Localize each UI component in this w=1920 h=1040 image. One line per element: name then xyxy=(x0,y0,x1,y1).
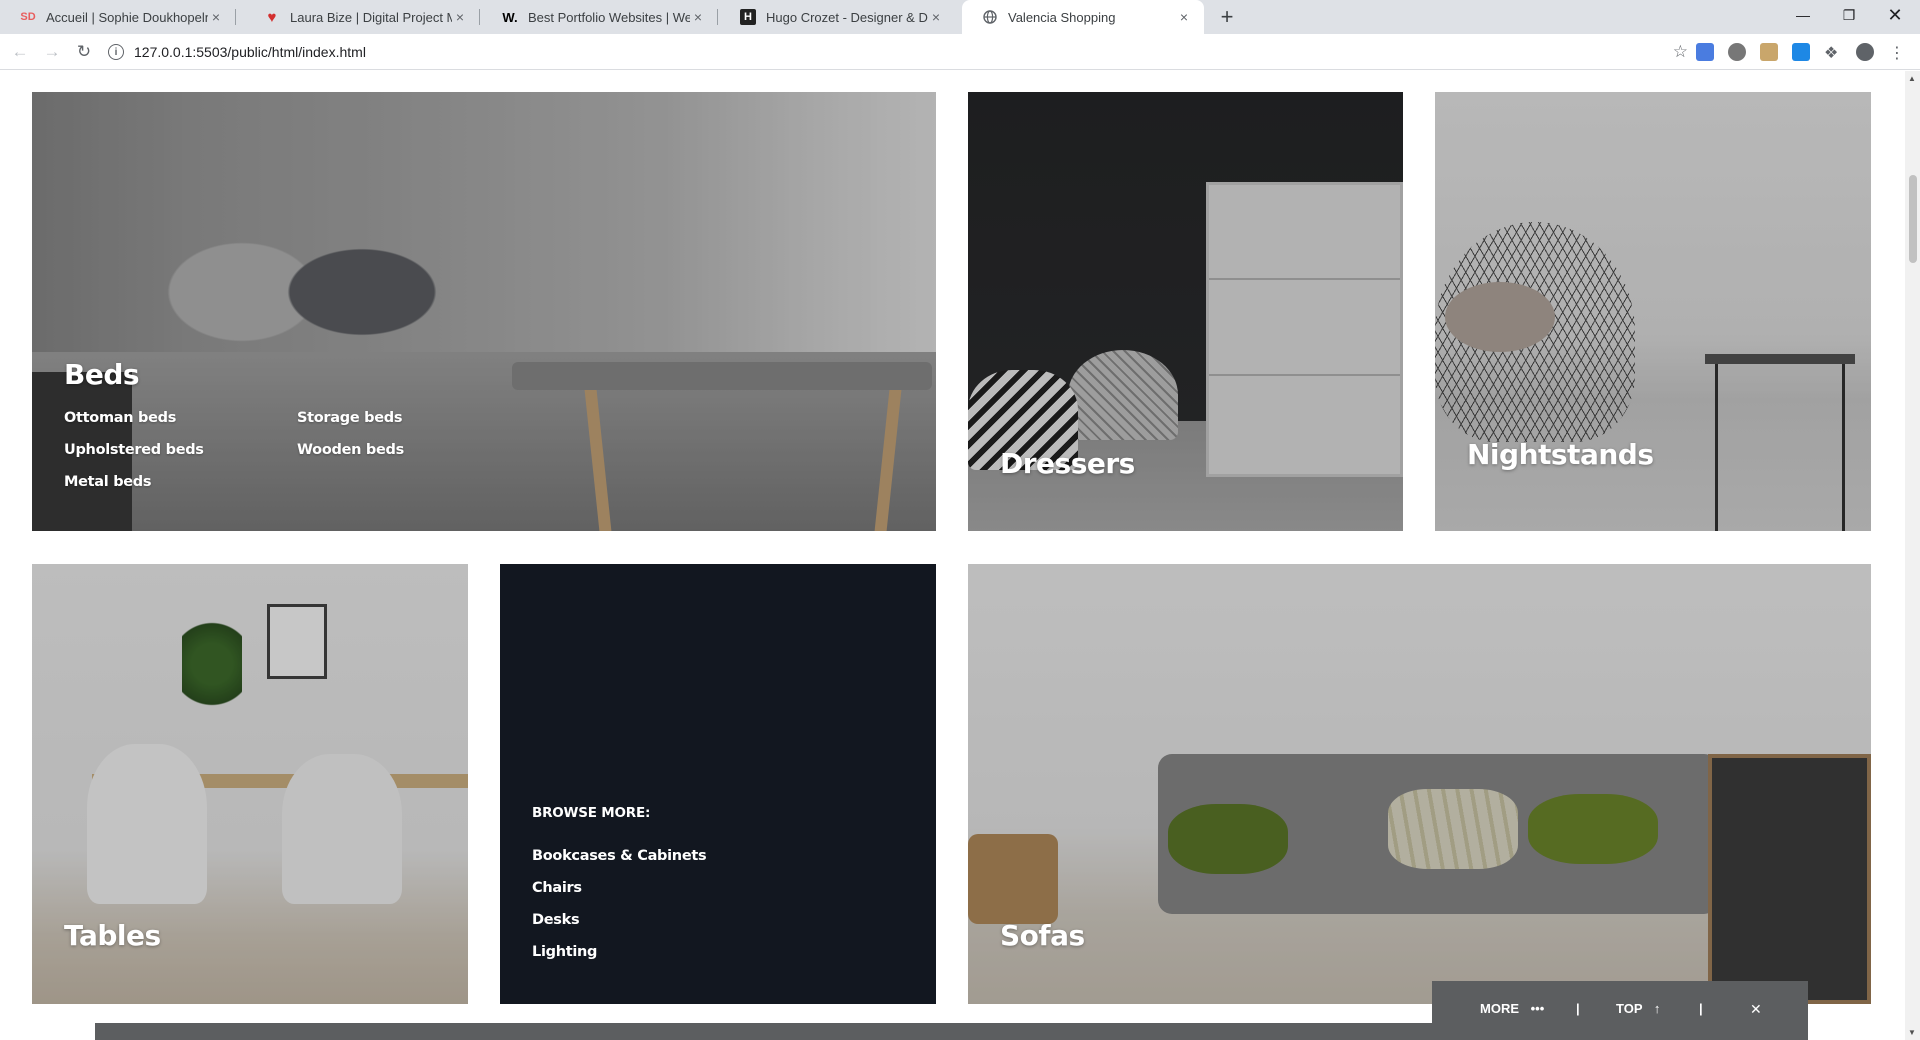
scroll-down-icon[interactable]: ▼ xyxy=(1908,1028,1916,1037)
reload-icon[interactable]: ↻ xyxy=(72,40,96,64)
tab-valencia[interactable]: Valencia Shopping × xyxy=(962,0,1204,34)
tab-title: Laura Bize | Digital Project Manager xyxy=(290,9,452,25)
forward-icon[interactable]: → xyxy=(40,40,64,64)
sd-favicon-icon: SD xyxy=(20,11,36,23)
category-card-sofas[interactable]: Sofas xyxy=(968,564,1871,1004)
w-favicon-icon: W. xyxy=(502,9,518,25)
category-card-dressers[interactable]: Dressers xyxy=(968,92,1403,531)
link-lighting[interactable]: Lighting xyxy=(532,944,597,960)
close-bar-icon[interactable]: ✕ xyxy=(1750,1001,1762,1018)
close-tab-icon[interactable]: × xyxy=(452,9,468,25)
tab-title: Best Portfolio Websites | Web Design xyxy=(528,9,690,25)
link-wooden-beds[interactable]: Wooden beds xyxy=(297,442,404,458)
globe-icon xyxy=(982,9,998,25)
tab-title: Hugo Crozet - Designer & Developer xyxy=(766,9,928,25)
link-ottoman-beds[interactable]: Ottoman beds xyxy=(64,410,176,426)
close-window-icon[interactable]: ✕ xyxy=(1872,0,1918,30)
heart-favicon-icon: ♥ xyxy=(267,8,277,26)
tab-title: Valencia Shopping xyxy=(1008,9,1116,25)
scrollbar-thumb[interactable] xyxy=(1909,175,1917,263)
top-button[interactable]: TOP ↑ xyxy=(1616,1001,1660,1016)
arrow-up-icon: ↑ xyxy=(1653,1001,1661,1016)
minimize-icon[interactable]: — xyxy=(1780,0,1826,30)
page-viewport: Beds Ottoman beds Upholstered beds Metal… xyxy=(0,71,1905,1040)
card-overlay xyxy=(968,564,1871,1004)
translate-extension-icon[interactable] xyxy=(1696,43,1714,61)
browse-more-heading: BROWSE MORE: xyxy=(532,805,651,821)
separator: | xyxy=(1576,1001,1580,1016)
download-extension-icon[interactable] xyxy=(1792,43,1810,61)
close-tab-icon[interactable]: × xyxy=(1176,9,1192,25)
browse-more-panel: BROWSE MORE: Bookcases & Cabinets Chairs… xyxy=(500,564,936,1004)
category-card-nightstands[interactable]: Nightstands xyxy=(1435,92,1871,531)
category-card-tables[interactable]: Tables xyxy=(32,564,468,1004)
link-chairs[interactable]: Chairs xyxy=(532,880,582,896)
more-button[interactable]: MORE ••• xyxy=(1480,1001,1544,1016)
tab-separator xyxy=(235,9,236,25)
bookmark-star-icon[interactable]: ☆ xyxy=(1673,42,1688,62)
link-metal-beds[interactable]: Metal beds xyxy=(64,474,152,490)
h-favicon-icon: H xyxy=(740,9,756,25)
top-label: TOP xyxy=(1616,1001,1643,1016)
category-title[interactable]: Nightstands xyxy=(1467,438,1654,471)
category-title[interactable]: Dressers xyxy=(1000,447,1135,480)
url-text[interactable]: 127.0.0.1:5503/public/html/index.html xyxy=(134,44,366,60)
separator: | xyxy=(1699,1001,1703,1016)
extension-globe-icon[interactable] xyxy=(1728,43,1746,61)
address-bar[interactable]: i 127.0.0.1:5503/public/html/index.html … xyxy=(108,38,1688,66)
more-dots-icon: ••• xyxy=(1530,1001,1545,1016)
tab-laura[interactable]: ♥ Laura Bize | Digital Project Manager × xyxy=(244,0,480,34)
back-icon[interactable]: ← xyxy=(8,40,32,64)
link-storage-beds[interactable]: Storage beds xyxy=(297,410,402,426)
site-info-icon[interactable]: i xyxy=(108,44,124,60)
bottom-panel-strip xyxy=(95,1023,1432,1040)
scroll-up-icon[interactable]: ▲ xyxy=(1908,74,1916,83)
tab-best-portfolio[interactable]: W. Best Portfolio Websites | Web Design … xyxy=(482,0,718,34)
floating-action-bar: MORE ••• | TOP ↑ | ✕ xyxy=(1432,981,1808,1040)
close-tab-icon[interactable]: × xyxy=(690,9,706,25)
profile-avatar-icon[interactable] xyxy=(1856,43,1874,61)
tab-sophie[interactable]: SD Accueil | Sophie Doukhopelnikoff × xyxy=(0,0,236,34)
category-title[interactable]: Beds xyxy=(64,358,140,391)
close-tab-icon[interactable]: × xyxy=(208,9,224,25)
tab-title: Accueil | Sophie Doukhopelnikoff xyxy=(46,9,208,25)
new-tab-button[interactable]: + xyxy=(1214,4,1240,30)
tab-strip: SD Accueil | Sophie Doukhopelnikoff × ♥ … xyxy=(0,0,1920,34)
category-card-beds[interactable]: Beds Ottoman beds Upholstered beds Metal… xyxy=(32,92,936,531)
extensions-puzzle-icon[interactable]: ❖ xyxy=(1824,43,1842,62)
tab-hugo[interactable]: H Hugo Crozet - Designer & Developer × xyxy=(720,0,956,34)
category-title[interactable]: Tables xyxy=(64,919,161,952)
link-desks[interactable]: Desks xyxy=(532,912,580,928)
tab-separator xyxy=(717,9,718,25)
browser-toolbar: ← → ↻ i 127.0.0.1:5503/public/html/index… xyxy=(0,34,1920,70)
link-bookcases-cabinets[interactable]: Bookcases & Cabinets xyxy=(532,848,707,864)
image-extension-icon[interactable] xyxy=(1760,43,1778,61)
browser-menu-icon[interactable]: ⋮ xyxy=(1888,43,1906,62)
page-scrollbar[interactable]: ▲ ▼ xyxy=(1905,71,1920,1040)
card-overlay xyxy=(32,92,936,531)
more-label: MORE xyxy=(1480,1001,1519,1016)
category-title[interactable]: Sofas xyxy=(1000,919,1085,952)
restore-icon[interactable]: ❐ xyxy=(1826,0,1872,30)
link-upholstered-beds[interactable]: Upholstered beds xyxy=(64,442,204,458)
tab-separator xyxy=(479,9,480,25)
close-tab-icon[interactable]: × xyxy=(928,9,944,25)
